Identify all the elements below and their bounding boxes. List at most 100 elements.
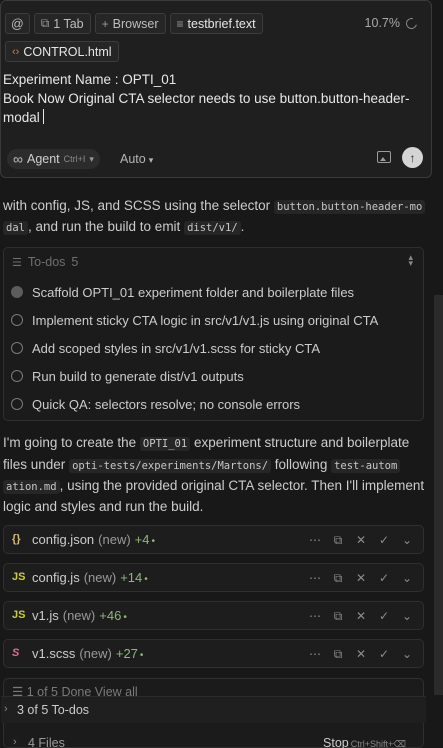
- chevron-down-icon: ▾: [89, 153, 94, 164]
- todo-label: Run build to generate dist/v1 outputs: [32, 368, 244, 384]
- accept-icon[interactable]: ✓: [378, 571, 390, 586]
- send-button[interactable]: ↑: [402, 147, 423, 168]
- scrollbar-thumb[interactable]: [434, 295, 443, 695]
- file-edit-row[interactable]: S v1.scss (new) +27 • ⋯ ⧉ ✕ ✓ ⌄: [3, 639, 424, 668]
- agent-status-panel: ☰ 1 of 5 Done View all › 3 of 5 To-dos ›…: [1, 678, 426, 748]
- arrow-up-icon: ↑: [409, 150, 416, 165]
- file-edit-row[interactable]: {} config.json (new) +4 • ⋯ ⧉ ✕ ✓ ⌄: [3, 525, 424, 554]
- mode-selector[interactable]: ∞ Agent Ctrl+I ▾: [7, 149, 100, 169]
- inline-code: ation.md: [3, 480, 60, 494]
- model-label: Auto: [120, 152, 146, 166]
- file-actions: ⋯ ⧉ ✕ ✓ ⌄: [309, 533, 413, 548]
- todo-item[interactable]: Scaffold OPTI_01 experiment folder and b…: [11, 282, 354, 302]
- accept-icon[interactable]: ✓: [378, 647, 390, 662]
- reject-icon[interactable]: ✕: [355, 647, 367, 662]
- chevron-down-icon: ▾: [148, 155, 154, 165]
- expand-icon[interactable]: ⌄: [401, 609, 413, 624]
- file-actions: ⋯ ⧉ ✕ ✓ ⌄: [309, 647, 413, 662]
- attached-file-chip[interactable]: ‹› CONTROL.html: [5, 41, 119, 62]
- expand-icon[interactable]: ⌄: [401, 533, 413, 548]
- chevron-right-icon: ›: [13, 736, 17, 748]
- file-label: v1.scss (new) +27 •: [32, 646, 144, 661]
- at-label: @: [11, 16, 24, 31]
- todo-status-icon: [11, 286, 23, 298]
- assistant-message-line: logic and styles and run the build.: [3, 499, 204, 514]
- copy-icon[interactable]: ⧉: [332, 571, 344, 586]
- copy-icon[interactable]: ⧉: [332, 647, 344, 662]
- inline-code: opti-tests/experiments/Martons/: [69, 459, 272, 473]
- infinity-icon: ∞: [13, 151, 23, 167]
- file-edit-row[interactable]: JS config.js (new) +14 • ⋯ ⧉ ✕ ✓ ⌄: [3, 563, 424, 592]
- files-summary: 4 Files: [28, 736, 65, 748]
- todos-summary-row[interactable]: › 3 of 5 To-dos: [1, 696, 426, 723]
- inline-code: OPTI_01: [139, 437, 191, 451]
- inline-code: test-autom: [331, 459, 401, 473]
- file-context-chip[interactable]: ≡ testbrief.text: [169, 13, 263, 34]
- plus-icon: +: [101, 16, 109, 31]
- assistant-message-line: files under opti-tests/experiments/Marto…: [3, 455, 401, 476]
- inline-code: dist/v1/: [184, 221, 241, 235]
- more-icon[interactable]: ⋯: [309, 533, 321, 548]
- assistant-message-line: ation.md, using the provided original CT…: [3, 476, 424, 497]
- todo-status-icon: [11, 342, 23, 354]
- image-attach-icon[interactable]: [377, 151, 391, 163]
- file-chip-label: testbrief.text: [187, 16, 256, 31]
- mention-button[interactable]: @: [5, 13, 30, 34]
- file-actions: ⋯ ⧉ ✕ ✓ ⌄: [309, 609, 413, 624]
- json-file-icon: {}: [12, 533, 21, 545]
- files-summary-row[interactable]: › 4 Files Stop Ctrl+Shift+⌫: [1, 731, 426, 748]
- expand-icon[interactable]: ⌄: [401, 571, 413, 586]
- assistant-message-line: dal, and run the build to emit dist/v1/.: [3, 217, 244, 238]
- model-selector[interactable]: Auto ▾: [120, 152, 153, 166]
- context-usage: 10.7%: [364, 15, 420, 31]
- todo-item[interactable]: Quick QA: selectors resolve; no console …: [11, 394, 300, 414]
- stop-button[interactable]: Stop Ctrl+Shift+⌫: [323, 736, 406, 748]
- copy-icon[interactable]: ⧉: [332, 609, 344, 624]
- todo-item[interactable]: Implement sticky CTA logic in src/v1/v1.…: [11, 310, 378, 330]
- prompt-line-2: Book Now Original CTA selector needs to …: [3, 91, 410, 125]
- file-actions: ⋯ ⧉ ✕ ✓ ⌄: [309, 571, 413, 586]
- expand-icon[interactable]: ⌄: [401, 647, 413, 662]
- more-icon[interactable]: ⋯: [309, 647, 321, 662]
- file-label: config.json (new) +4 •: [32, 532, 156, 547]
- todo-count: 5: [71, 255, 79, 269]
- todo-item[interactable]: Add scoped styles in src/v1/v1.scss for …: [11, 338, 320, 358]
- inline-code: dal: [3, 221, 28, 235]
- context-chips: @ ⧉ 1 Tab + Browser ≡ testbrief.text: [5, 13, 263, 34]
- todo-panel: ☰ To-dos 5 ▴ ▾ Scaffold OPTI_01 experimen…: [3, 247, 424, 421]
- list-icon: ☰: [12, 256, 22, 269]
- context-percent: 10.7%: [364, 16, 400, 30]
- reject-icon[interactable]: ✕: [355, 571, 367, 586]
- js-file-icon: JS: [12, 571, 26, 583]
- todo-label: Quick QA: selectors resolve; no console …: [32, 396, 301, 412]
- prompt-line-1: Experiment Name : OPTI_01: [3, 72, 177, 87]
- browser-chip[interactable]: + Browser: [94, 13, 166, 34]
- more-icon[interactable]: ⋯: [309, 609, 321, 624]
- reject-icon[interactable]: ✕: [355, 533, 367, 548]
- reject-icon[interactable]: ✕: [355, 609, 367, 624]
- prompt-input[interactable]: Experiment Name : OPTI_01 Book Now Origi…: [3, 70, 421, 127]
- chat-composer: @ ⧉ 1 Tab + Browser ≡ testbrief.text 10.…: [0, 0, 432, 178]
- todo-header-label: To-dos: [27, 255, 66, 269]
- mode-label: Agent: [26, 152, 60, 166]
- assistant-message-line: I'm going to create the OPTI_01 experime…: [3, 435, 410, 451]
- todo-status-icon: [11, 370, 23, 382]
- todo-item[interactable]: Run build to generate dist/v1 outputs: [11, 366, 244, 386]
- accept-icon[interactable]: ✓: [378, 533, 390, 548]
- html-file-icon: ‹›: [12, 45, 20, 58]
- accept-icon[interactable]: ✓: [378, 609, 390, 624]
- todo-header[interactable]: ☰ To-dos 5: [12, 255, 78, 269]
- todos-summary: 3 of 5 To-dos: [17, 703, 90, 717]
- file-edit-row[interactable]: JS v1.js (new) +46 • ⋯ ⧉ ✕ ✓ ⌄: [3, 601, 424, 630]
- collapse-toggle-icon[interactable]: ▴ ▾: [408, 253, 413, 268]
- tab-icon: ⧉: [40, 16, 50, 30]
- copy-icon[interactable]: ⧉: [332, 533, 344, 548]
- todo-label: Scaffold OPTI_01 experiment folder and b…: [32, 284, 355, 300]
- attached-file-label: CONTROL.html: [23, 44, 112, 59]
- mode-shortcut: Ctrl+I: [63, 154, 86, 164]
- more-icon[interactable]: ⋯: [309, 571, 321, 586]
- assistant-message-line: with config, JS, and SCSS using the sele…: [3, 196, 426, 217]
- tab-context-chip[interactable]: ⧉ 1 Tab: [33, 13, 91, 34]
- text-file-icon: ≡: [176, 16, 184, 31]
- chevron-right-icon: ›: [4, 703, 8, 715]
